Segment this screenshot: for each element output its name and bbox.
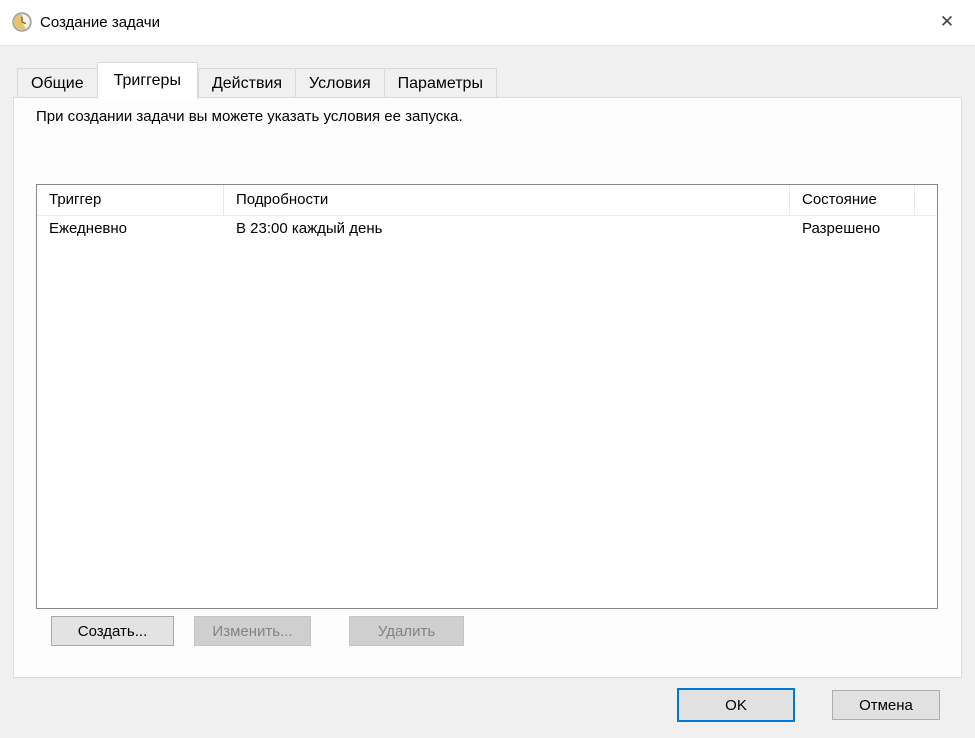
- cancel-button[interactable]: Отмена: [832, 690, 940, 720]
- tab-triggers[interactable]: Триггеры: [97, 62, 198, 99]
- window-title: Создание задачи: [40, 0, 160, 45]
- tab-conditions[interactable]: Условия: [295, 68, 384, 98]
- create-trigger-button[interactable]: Создать...: [51, 616, 174, 646]
- page-description: При создании задачи вы можете указать ус…: [36, 108, 463, 125]
- trigger-cell-name: Ежедневно: [37, 216, 224, 243]
- tab-actions[interactable]: Действия: [198, 68, 295, 98]
- column-header-details[interactable]: Подробности: [224, 185, 790, 215]
- trigger-cell-details: В 23:00 каждый день: [224, 216, 790, 243]
- task-scheduler-clock-icon: [12, 12, 32, 32]
- close-icon[interactable]: ✕: [923, 0, 971, 44]
- column-header-trigger[interactable]: Триггер: [37, 185, 224, 215]
- edit-trigger-button[interactable]: Изменить...: [194, 616, 311, 646]
- tab-strip: Общие Триггеры Действия Условия Параметр…: [17, 61, 497, 98]
- triggers-tab-page: При создании задачи вы можете указать ус…: [13, 97, 962, 678]
- tab-settings[interactable]: Параметры: [384, 68, 497, 98]
- trigger-list[interactable]: Триггер Подробности Состояние Ежедневно …: [36, 184, 938, 609]
- column-header-filler: [915, 185, 937, 215]
- tab-general[interactable]: Общие: [17, 68, 97, 98]
- trigger-cell-state: Разрешено: [790, 216, 915, 243]
- delete-trigger-button[interactable]: Удалить: [349, 616, 464, 646]
- trigger-row[interactable]: Ежедневно В 23:00 каждый день Разрешено: [37, 216, 937, 243]
- titlebar: Создание задачи ✕: [0, 0, 975, 46]
- trigger-list-header: Триггер Подробности Состояние: [37, 185, 937, 216]
- ok-button[interactable]: OK: [677, 688, 795, 722]
- column-header-state[interactable]: Состояние: [790, 185, 915, 215]
